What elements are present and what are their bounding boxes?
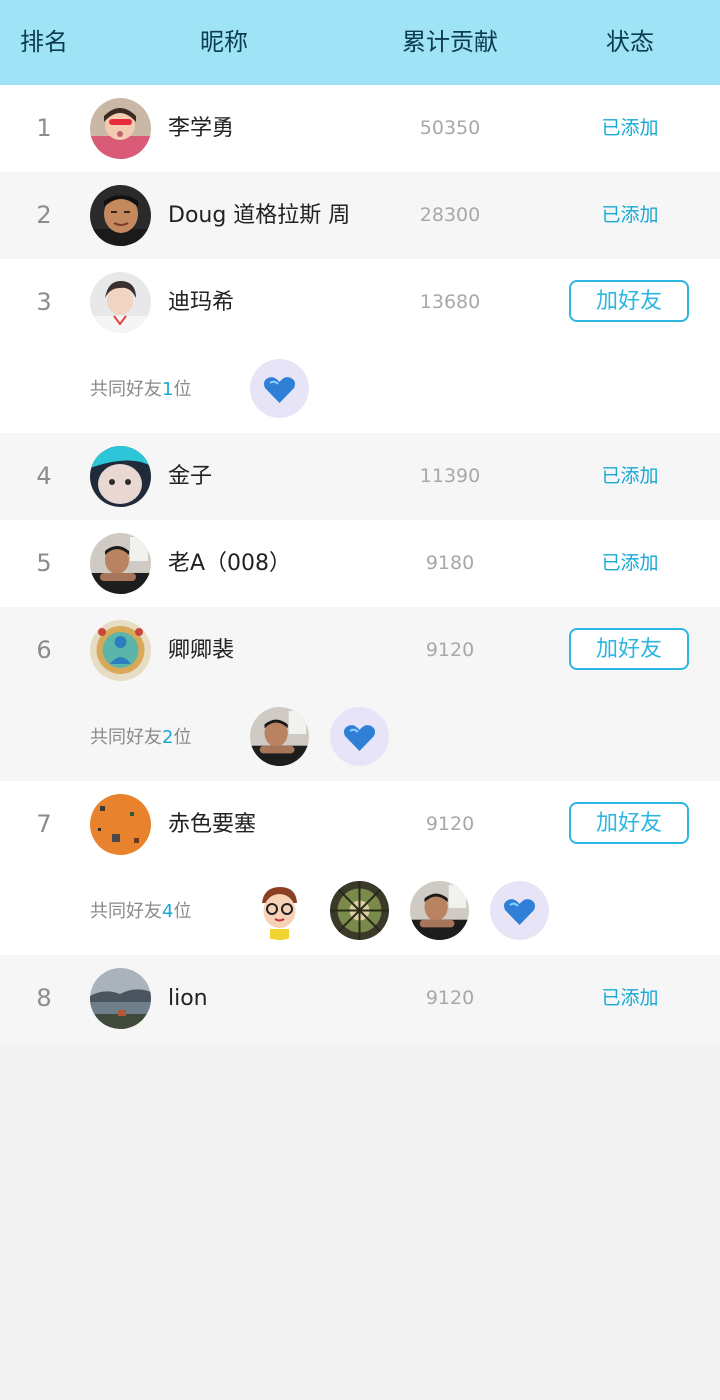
mutual-friends-count: 4 xyxy=(162,901,174,922)
contribution-value: 11390 xyxy=(419,465,481,487)
contribution-value: 50350 xyxy=(419,117,481,139)
table-row[interactable]: 8 lion 9120 已添加 xyxy=(0,955,720,1042)
man-office-avatar[interactable] xyxy=(90,533,151,594)
rank-number: 3 xyxy=(36,288,52,316)
man-office-avatar[interactable] xyxy=(250,707,309,766)
nickname: 老A（008） xyxy=(168,551,292,576)
ranking-list: 1 李学勇 50350 已添加 2 Doug 道格拉斯 周 28300 已添加 … xyxy=(0,85,720,1042)
rank-number: 7 xyxy=(36,810,52,838)
mutual-friends-suffix: 位 xyxy=(173,727,192,748)
mutual-friends-count: 1 xyxy=(162,379,174,400)
added-status-label: 已添加 xyxy=(601,117,659,139)
orange-game-avatar[interactable] xyxy=(90,794,151,855)
add-friend-button[interactable]: 加好友 xyxy=(569,802,689,844)
tree-avatar[interactable] xyxy=(330,881,389,940)
contribution-value: 9120 xyxy=(425,987,475,1009)
blue-heart-avatar[interactable] xyxy=(330,707,389,766)
lake-landscape-avatar[interactable] xyxy=(90,968,151,1029)
singer-photo-avatar[interactable] xyxy=(90,272,151,333)
contribution-value: 9120 xyxy=(425,639,475,661)
table-row[interactable]: 3 迪玛希 13680 加好友 共同好友1位 xyxy=(0,259,720,433)
add-friend-button[interactable]: 加好友 xyxy=(569,628,689,670)
contribution-value: 13680 xyxy=(419,291,481,313)
mutual-friends-suffix: 位 xyxy=(173,901,192,922)
add-friend-button[interactable]: 加好友 xyxy=(569,280,689,322)
mutual-friends-prefix: 共同好友 xyxy=(90,379,162,400)
rank-number: 4 xyxy=(36,462,52,490)
rank-number: 5 xyxy=(36,549,52,577)
mutual-friends-label: 共同好友1位 xyxy=(90,346,191,433)
added-status-label: 已添加 xyxy=(601,552,659,574)
contribution-value: 28300 xyxy=(419,204,481,226)
thangka-avatar[interactable] xyxy=(90,620,151,681)
rank-number: 6 xyxy=(36,636,52,664)
girl-photo-avatar[interactable] xyxy=(90,98,151,159)
table-row[interactable]: 5 老A（008） 9180 已添加 xyxy=(0,520,720,607)
contribution-value: 9180 xyxy=(425,552,475,574)
blue-heart-avatar[interactable] xyxy=(250,359,309,418)
doll-avatar[interactable] xyxy=(90,446,151,507)
nickname: 李学勇 xyxy=(168,116,235,141)
ranking-page: 排名 昵称 累计贡献 状态 1 李学勇 50350 已添加 2 Doug 道格拉… xyxy=(0,0,720,1400)
added-status-label: 已添加 xyxy=(601,465,659,487)
table-row[interactable]: 2 Doug 道格拉斯 周 28300 已添加 xyxy=(0,172,720,259)
added-status-label: 已添加 xyxy=(601,204,659,226)
table-row[interactable]: 6 卿卿裴 9120 加好友 共同好友2位 xyxy=(0,607,720,781)
table-row[interactable]: 7 赤色要塞 9120 加好友 共同好友4位 xyxy=(0,781,720,955)
nickname: Doug 道格拉斯 周 xyxy=(168,203,351,228)
mutual-friends-label: 共同好友4位 xyxy=(90,868,191,955)
nickname-column-header: 昵称 xyxy=(200,28,248,56)
mutual-friends-count: 2 xyxy=(162,727,174,748)
nickname: 赤色要塞 xyxy=(168,812,257,837)
cartoon-boy-avatar[interactable] xyxy=(250,881,309,940)
mutual-friends-suffix: 位 xyxy=(173,379,192,400)
nickname: lion xyxy=(168,986,208,1011)
table-row[interactable]: 4 金子 11390 已添加 xyxy=(0,433,720,520)
nickname: 卿卿裴 xyxy=(168,638,235,663)
nickname: 金子 xyxy=(168,464,213,489)
table-header: 排名 昵称 累计贡献 状态 xyxy=(0,0,720,85)
mutual-friends-prefix: 共同好友 xyxy=(90,901,162,922)
nickname: 迪玛希 xyxy=(168,290,235,315)
rank-number: 8 xyxy=(36,984,52,1012)
man-photo-avatar[interactable] xyxy=(90,185,151,246)
rank-number: 2 xyxy=(36,201,52,229)
status-column-header: 状态 xyxy=(606,28,654,56)
rank-column-header: 排名 xyxy=(20,28,68,56)
contribution-column-header: 累计贡献 xyxy=(402,28,498,56)
rank-number: 1 xyxy=(36,114,52,142)
table-row[interactable]: 1 李学勇 50350 已添加 xyxy=(0,85,720,172)
man-office-avatar[interactable] xyxy=(410,881,469,940)
mutual-friends-label: 共同好友2位 xyxy=(90,694,191,781)
blue-heart-avatar[interactable] xyxy=(490,881,549,940)
added-status-label: 已添加 xyxy=(601,987,659,1009)
contribution-value: 9120 xyxy=(425,813,475,835)
mutual-friends-prefix: 共同好友 xyxy=(90,727,162,748)
